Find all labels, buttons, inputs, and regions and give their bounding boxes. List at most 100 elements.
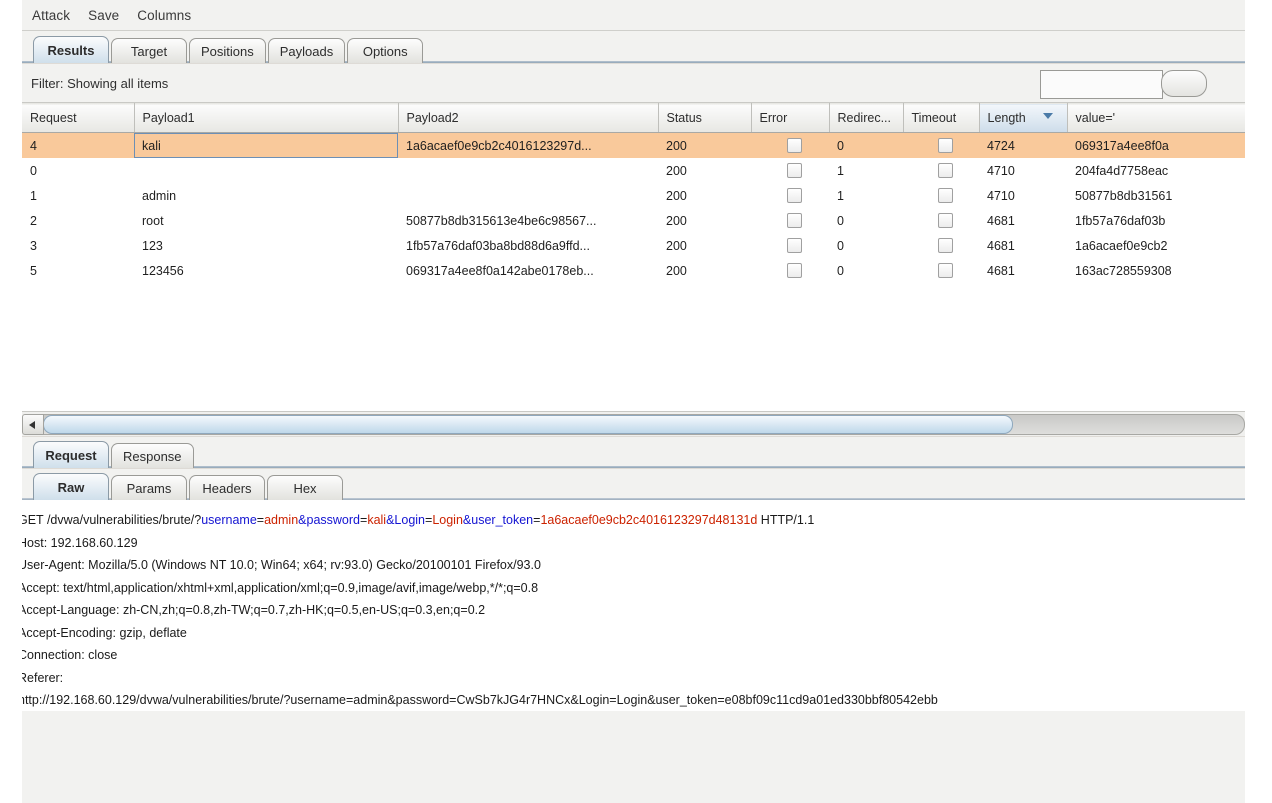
- cell-value: 1a6acaef0e9cb2: [1075, 238, 1168, 253]
- column-header-redirections[interactable]: Redirec...: [829, 103, 904, 133]
- sort-descending-icon: [1042, 113, 1053, 119]
- error-checkbox[interactable]: [786, 138, 802, 154]
- column-header-payload2[interactable]: Payload2: [398, 103, 659, 133]
- tab-options[interactable]: Options: [347, 38, 424, 63]
- request-message-editor[interactable]: GET /dvwa/vulnerabilities/brute/?usernam…: [22, 500, 1245, 711]
- header-referer: Referer:: [22, 670, 64, 685]
- tab-response[interactable]: Response: [111, 443, 194, 468]
- view-tab-bar: Raw Params Headers Hex: [22, 468, 1245, 500]
- menu-save[interactable]: Save: [87, 6, 120, 25]
- cell-timeout: [903, 183, 979, 208]
- column-header-value[interactable]: value=': [1067, 103, 1245, 133]
- column-header-length[interactable]: Length: [979, 103, 1068, 133]
- header-accept-language: Accept-Language: zh-CN,zh;q=0.8,zh-TW;q=…: [22, 603, 486, 617]
- cell-error: [751, 208, 829, 233]
- param-name-password: password: [306, 513, 361, 527]
- column-header-timeout[interactable]: Timeout: [903, 103, 980, 133]
- results-header-row: Request Payload1 Payload2 Status Error R…: [22, 103, 1245, 133]
- request-http-version: HTTP/1.1: [757, 513, 815, 527]
- filter-apply-button[interactable]: [1161, 70, 1207, 97]
- cell-payload1: 123456: [142, 263, 184, 278]
- cell-status: 200: [666, 213, 687, 228]
- timeout-checkbox[interactable]: [937, 138, 953, 154]
- scrollbar-thumb[interactable]: [43, 415, 1013, 434]
- cell-redirections: 1: [837, 188, 844, 203]
- cell-value: 069317a4ee8f0a: [1067, 132, 1245, 158]
- timeout-checkbox[interactable]: [937, 163, 953, 179]
- tab-request[interactable]: Request: [33, 441, 109, 468]
- cell-error: [751, 258, 829, 283]
- cell-payload2: 50877b8db315613e4be6c98567...: [406, 213, 597, 228]
- cell-status: 200: [666, 238, 687, 253]
- cell-redirections: 0: [829, 132, 903, 158]
- timeout-checkbox[interactable]: [937, 238, 953, 254]
- tab-payloads[interactable]: Payloads: [267, 38, 346, 63]
- cell-status: 200: [666, 263, 687, 278]
- timeout-checkbox[interactable]: [937, 213, 953, 229]
- tab-results[interactable]: Results: [33, 36, 109, 63]
- tab-headers[interactable]: Headers: [189, 475, 265, 500]
- param-value-user-token: 1a6acaef0e9cb2c4016123297d48131d: [540, 513, 758, 527]
- filter-bar[interactable]: Filter: Showing all items: [22, 63, 1245, 103]
- tab-params[interactable]: Params: [111, 475, 187, 500]
- error-checkbox[interactable]: [786, 213, 802, 229]
- results-horizontal-scrollbar[interactable]: [22, 411, 1245, 436]
- timeout-checkbox[interactable]: [937, 263, 953, 279]
- table-row[interactable]: 2 root 50877b8db315613e4be6c98567... 200…: [22, 208, 1245, 233]
- cell-status: 200: [666, 188, 687, 203]
- column-header-payload1[interactable]: Payload1: [134, 103, 399, 133]
- cell-payload1: root: [142, 213, 164, 228]
- cell-value: 50877b8db31561: [1075, 188, 1173, 203]
- cell-length: 4724: [979, 132, 1067, 158]
- tab-raw[interactable]: Raw: [33, 473, 109, 500]
- cell-error: [751, 158, 829, 183]
- cell-request: 3: [30, 238, 37, 253]
- cell-payload1: kali: [134, 132, 398, 158]
- cell-error: [751, 183, 829, 208]
- filter-input[interactable]: [1040, 70, 1163, 99]
- error-checkbox[interactable]: [786, 163, 802, 179]
- cell-timeout: [903, 258, 979, 283]
- error-checkbox[interactable]: [786, 263, 802, 279]
- scroll-left-icon[interactable]: [22, 414, 44, 435]
- header-accept-encoding: Accept-Encoding: gzip, deflate: [22, 625, 187, 640]
- cell-value: 1fb57a76daf03b: [1075, 213, 1166, 228]
- request-line: GET /dvwa/vulnerabilities/brute/?usernam…: [22, 509, 1245, 532]
- header-host: Host: 192.168.60.129: [22, 535, 138, 550]
- filter-label: Filter: Showing all items: [31, 75, 169, 91]
- timeout-checkbox[interactable]: [937, 188, 953, 204]
- cell-length: 4710: [987, 163, 1015, 178]
- main-tab-bar: Results Target Positions Payloads Option…: [22, 31, 1245, 63]
- cell-payload2: 069317a4ee8f0a142abe0178eb...: [406, 263, 594, 278]
- column-header-length-label: Length: [987, 111, 1026, 125]
- error-checkbox[interactable]: [786, 188, 802, 204]
- cell-payload1: [134, 158, 398, 183]
- menu-attack[interactable]: Attack: [31, 6, 71, 25]
- param-value-password: kali: [367, 513, 387, 527]
- error-checkbox[interactable]: [786, 238, 802, 254]
- cell-value: 163ac728559308: [1075, 263, 1172, 278]
- cell-timeout: [903, 132, 979, 158]
- tab-hex[interactable]: Hex: [267, 475, 343, 500]
- cell-payload1: 123: [142, 238, 163, 253]
- cell-redirections: 1: [837, 163, 844, 178]
- tab-target[interactable]: Target: [111, 38, 187, 63]
- table-row[interactable]: 1 admin 200 1 4710 50877b8db31561: [22, 183, 1245, 208]
- table-row[interactable]: 5 123456 069317a4ee8f0a142abe0178eb... 2…: [22, 258, 1245, 283]
- cell-payload2: [398, 183, 658, 208]
- cell-status: 200: [658, 132, 751, 158]
- intruder-attack-window: Attack Save Columns Results Target Posit…: [22, 0, 1245, 803]
- param-name-login: Login: [394, 513, 426, 527]
- table-row[interactable]: 4 kali 1a6acaef0e9cb2c4016123297d... 200…: [22, 132, 1245, 158]
- param-value-login: Login: [432, 513, 463, 527]
- column-header-error[interactable]: Error: [751, 103, 830, 133]
- header-referer-url: http://192.168.60.129/dvwa/vulnerabiliti…: [22, 693, 938, 707]
- table-row[interactable]: 0 200 1 4710 204fa4d7758eac: [22, 158, 1245, 183]
- column-header-request[interactable]: Request: [22, 103, 135, 133]
- menu-columns[interactable]: Columns: [136, 6, 192, 25]
- tab-positions[interactable]: Positions: [189, 38, 266, 63]
- cell-redirections: 0: [837, 238, 844, 253]
- column-header-status[interactable]: Status: [658, 103, 752, 133]
- cell-status: 200: [666, 163, 687, 178]
- table-row[interactable]: 3 123 1fb57a76daf03ba8bd88d6a9ffd... 200…: [22, 233, 1245, 258]
